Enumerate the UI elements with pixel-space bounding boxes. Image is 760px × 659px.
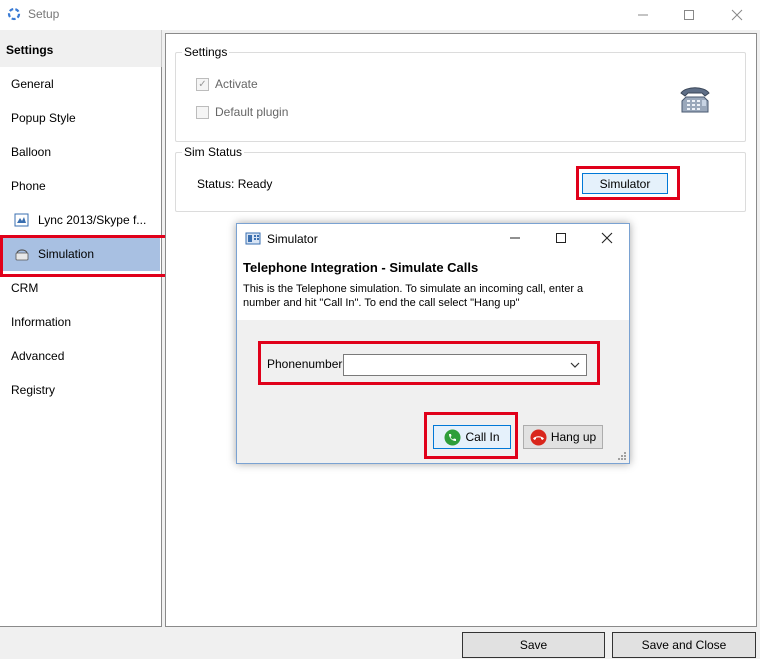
dialog-titlebar: Simulator [237, 224, 629, 252]
simulation-highlight-box [0, 235, 176, 277]
activate-label: Activate [215, 77, 258, 91]
dialog-title: Simulator [267, 232, 318, 246]
sidebar-item-popup-style[interactable]: Popup Style [0, 101, 160, 135]
window-titlebar: Setup [0, 0, 760, 30]
activate-checkbox[interactable]: ✓ Activate [196, 77, 258, 91]
phonenumber-highlight-box [258, 341, 600, 385]
sidebar-header: Settings [0, 30, 162, 67]
sidebar-title: Settings [6, 43, 54, 57]
sidebar-item-label: Lync 2013/Skype f... [38, 213, 147, 227]
close-icon [601, 232, 613, 244]
default-plugin-label: Default plugin [215, 105, 289, 119]
sidebar-item-label: Advanced [11, 349, 65, 363]
maximize-button[interactable] [666, 0, 712, 30]
dialog-maximize-button[interactable] [539, 224, 583, 252]
hang-up-label: Hang up [550, 430, 597, 444]
sidebar-item-phone[interactable]: Phone [0, 169, 160, 203]
dialog-phone-icon [245, 232, 261, 245]
hang-up-icon [530, 429, 547, 445]
dialog-description: This is the Telephone simulation. To sim… [243, 283, 584, 309]
sidebar-item-label: CRM [11, 281, 39, 295]
sidebar-item-label: Popup Style [11, 111, 76, 125]
settings-group-title: Settings [182, 45, 230, 59]
minimize-icon [638, 14, 648, 16]
app-logo-icon [7, 7, 21, 21]
close-button[interactable] [714, 0, 760, 30]
sidebar: General Popup Style Balloon Phone Lync 2… [0, 67, 162, 627]
close-icon [731, 9, 743, 21]
dialog-heading: Telephone Integration - Simulate Calls [243, 260, 479, 275]
call-in-highlight-box [424, 412, 518, 459]
status-text: Status: Ready [197, 177, 273, 191]
sim-status-group-title: Sim Status [182, 145, 245, 159]
sidebar-item-advanced[interactable]: Advanced [0, 339, 160, 373]
minimize-button[interactable] [620, 0, 666, 30]
sidebar-item-general[interactable]: General [0, 67, 160, 101]
checkbox-checked-icon: ✓ [196, 77, 209, 91]
lync-icon [14, 213, 29, 227]
settings-group: Settings ✓ Activate Default plugin [175, 45, 746, 142]
resize-grip-icon[interactable] [617, 451, 627, 461]
sidebar-item-registry[interactable]: Registry [0, 373, 160, 407]
simulator-highlight-box [576, 166, 680, 200]
dialog-close-button[interactable] [585, 224, 629, 252]
sidebar-item-label: Registry [11, 383, 56, 397]
telephone-icon [680, 87, 710, 113]
dialog-header: Telephone Integration - Simulate Calls T… [237, 252, 629, 320]
minimize-icon [510, 237, 520, 239]
sidebar-item-label: Balloon [11, 145, 52, 159]
sidebar-item-label: General [11, 77, 54, 91]
sidebar-item-balloon[interactable]: Balloon [0, 135, 160, 169]
window-title: Setup [28, 7, 60, 21]
hang-up-button[interactable]: Hang up [523, 425, 603, 449]
default-plugin-checkbox[interactable]: Default plugin [196, 105, 288, 119]
save-and-close-button[interactable]: Save and Close [612, 632, 756, 658]
save-button[interactable]: Save [462, 632, 605, 658]
sidebar-item-information[interactable]: Information [0, 305, 160, 339]
maximize-icon [684, 10, 694, 20]
dialog-minimize-button[interactable] [493, 224, 537, 252]
sidebar-item-label: Phone [11, 179, 46, 193]
sidebar-item-label: Information [11, 315, 72, 329]
sidebar-item-lync[interactable]: Lync 2013/Skype f... [0, 203, 160, 237]
checkbox-unchecked-icon [196, 105, 209, 119]
maximize-icon [556, 233, 566, 243]
